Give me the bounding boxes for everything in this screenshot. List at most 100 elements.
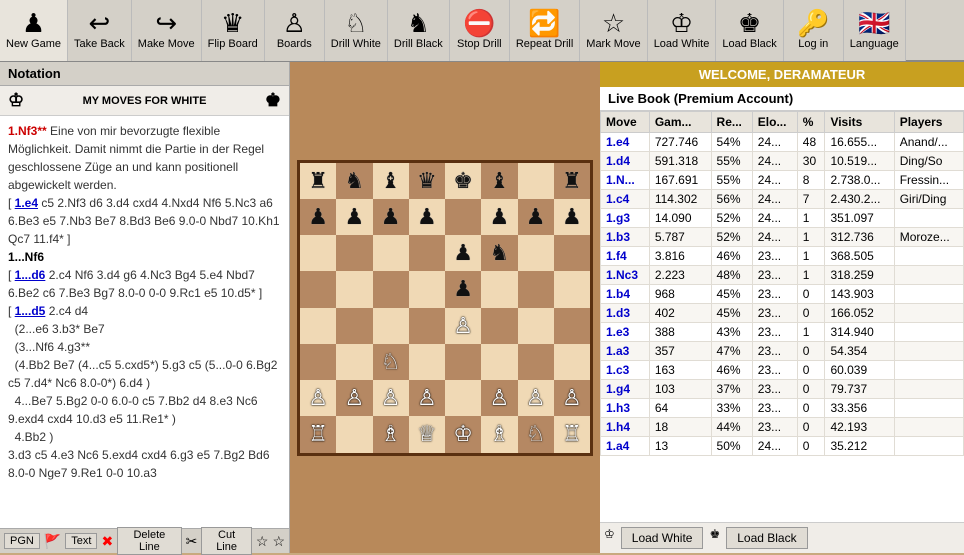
square-2-2[interactable] [373, 235, 409, 271]
table-row[interactable]: 1.g314.09052%24...1351.097 [601, 209, 964, 228]
move-cell[interactable]: 1.c4 [601, 190, 650, 209]
square-4-1[interactable] [336, 308, 372, 344]
square-0-1[interactable]: ♞ [336, 163, 372, 199]
language-button[interactable]: 🇬🇧 Language [844, 0, 906, 61]
square-5-7[interactable] [554, 344, 590, 380]
square-4-5[interactable] [481, 308, 517, 344]
square-7-4[interactable]: ♔ [445, 416, 481, 452]
square-7-7[interactable]: ♖ [554, 416, 590, 452]
move-cell[interactable]: 1.h4 [601, 418, 650, 437]
move-cell[interactable]: 1.g3 [601, 209, 650, 228]
square-5-6[interactable] [518, 344, 554, 380]
table-row[interactable]: 1.Nc32.22348%23...1318.259 [601, 266, 964, 285]
col-games[interactable]: Gam... [649, 112, 711, 133]
move-cell[interactable]: 1.e4 [601, 133, 650, 152]
col-re[interactable]: Re... [711, 112, 752, 133]
square-0-6[interactable] [518, 163, 554, 199]
square-4-6[interactable] [518, 308, 554, 344]
col-visits[interactable]: Visits [825, 112, 894, 133]
col-elo[interactable]: Elo... [752, 112, 797, 133]
move-cell[interactable]: 1.b4 [601, 285, 650, 304]
col-move[interactable]: Move [601, 112, 650, 133]
move-cell[interactable]: 1.b3 [601, 228, 650, 247]
notation-content[interactable]: 1.Nf3** Eine von mir bevorzugte flexible… [0, 116, 289, 528]
square-2-4[interactable]: ♟ [445, 235, 481, 271]
square-6-3[interactable]: ♙ [409, 380, 445, 416]
table-row[interactable]: 1.f43.81646%23...1368.505 [601, 247, 964, 266]
square-0-4[interactable]: ♚ [445, 163, 481, 199]
table-row[interactable]: 1.b35.78752%24...1312.736Moroze... [601, 228, 964, 247]
table-row[interactable]: 1.e4727.74654%24...4816.655...Anand/... [601, 133, 964, 152]
square-7-3[interactable]: ♕ [409, 416, 445, 452]
square-5-2[interactable]: ♘ [373, 344, 409, 380]
move-cell[interactable]: 1.f4 [601, 247, 650, 266]
col-pct[interactable]: % [797, 112, 825, 133]
square-4-4[interactable]: ♙ [445, 308, 481, 344]
move-cell[interactable]: 1.d4 [601, 152, 650, 171]
square-6-6[interactable]: ♙ [518, 380, 554, 416]
square-4-0[interactable] [300, 308, 336, 344]
square-0-2[interactable]: ♝ [373, 163, 409, 199]
square-0-0[interactable]: ♜ [300, 163, 336, 199]
pgn-button[interactable]: PGN [4, 533, 40, 549]
square-4-2[interactable] [373, 308, 409, 344]
square-1-3[interactable]: ♟ [409, 199, 445, 235]
square-6-5[interactable]: ♙ [481, 380, 517, 416]
square-0-7[interactable]: ♜ [554, 163, 590, 199]
table-row[interactable]: 1.N...167.69155%24...82.738.0...Fressin.… [601, 171, 964, 190]
repeat-drill-button[interactable]: 🔁 Repeat Drill [510, 0, 580, 61]
square-2-0[interactable] [300, 235, 336, 271]
chessboard[interactable]: ♜♞♝♛♚♝♜♟♟♟♟♟♟♟♟♞♟♙♘♙♙♙♙♙♙♙♖♗♕♔♗♘♖ [297, 160, 593, 456]
move-cell[interactable]: 1.a4 [601, 437, 650, 456]
square-7-5[interactable]: ♗ [481, 416, 517, 452]
square-1-7[interactable]: ♟ [554, 199, 590, 235]
square-6-0[interactable]: ♙ [300, 380, 336, 416]
move-cell[interactable]: 1.g4 [601, 380, 650, 399]
table-row[interactable]: 1.g410337%23...079.737 [601, 380, 964, 399]
square-6-1[interactable]: ♙ [336, 380, 372, 416]
square-3-6[interactable] [518, 271, 554, 307]
square-3-4[interactable]: ♟ [445, 271, 481, 307]
table-row[interactable]: 1.c4114.30256%24...72.430.2...Giri/Ding [601, 190, 964, 209]
livebook-scroll[interactable]: Move Gam... Re... Elo... % Visits Player… [600, 111, 964, 522]
square-7-6[interactable]: ♘ [518, 416, 554, 452]
col-players[interactable]: Players [894, 112, 963, 133]
footer-load-white-button[interactable]: Load White [621, 527, 704, 549]
cut-line-button[interactable]: Cut Line [201, 527, 252, 555]
take-back-button[interactable]: ↩ Take Back [68, 0, 132, 61]
square-0-3[interactable]: ♛ [409, 163, 445, 199]
square-2-3[interactable] [409, 235, 445, 271]
square-3-0[interactable] [300, 271, 336, 307]
square-1-4[interactable] [445, 199, 481, 235]
square-2-7[interactable] [554, 235, 590, 271]
delete-line-button[interactable]: Delete Line [117, 527, 181, 555]
new-game-button[interactable]: ♟ New Game [0, 0, 68, 61]
flip-board-button[interactable]: ♛ Flip Board [202, 0, 265, 61]
text-button[interactable]: Text [65, 533, 97, 549]
square-6-2[interactable]: ♙ [373, 380, 409, 416]
table-row[interactable]: 1.d4591.31855%24...3010.519...Ding/So [601, 152, 964, 171]
mark-move-button[interactable]: ☆ Mark Move [580, 0, 647, 61]
drill-white-button[interactable]: ♘ Drill White [325, 0, 388, 61]
square-7-1[interactable] [336, 416, 372, 452]
square-4-3[interactable] [409, 308, 445, 344]
table-row[interactable]: 1.e338843%23...1314.940 [601, 323, 964, 342]
square-0-5[interactable]: ♝ [481, 163, 517, 199]
square-1-5[interactable]: ♟ [481, 199, 517, 235]
table-row[interactable]: 1.a335747%23...054.354 [601, 342, 964, 361]
square-1-6[interactable]: ♟ [518, 199, 554, 235]
table-row[interactable]: 1.a41350%24...035.212 [601, 437, 964, 456]
square-6-4[interactable] [445, 380, 481, 416]
square-1-2[interactable]: ♟ [373, 199, 409, 235]
square-3-5[interactable] [481, 271, 517, 307]
make-move-button[interactable]: ↪ Make Move [132, 0, 202, 61]
square-7-0[interactable]: ♖ [300, 416, 336, 452]
square-1-1[interactable]: ♟ [336, 199, 372, 235]
move-cell[interactable]: 1.d3 [601, 304, 650, 323]
square-2-1[interactable] [336, 235, 372, 271]
stop-drill-button[interactable]: ⛔ Stop Drill [450, 0, 510, 61]
boards-button[interactable]: ♙ Boards [265, 0, 325, 61]
move-cell[interactable]: 1.c3 [601, 361, 650, 380]
load-white-button[interactable]: ♔ Load White [648, 0, 717, 61]
square-3-7[interactable] [554, 271, 590, 307]
